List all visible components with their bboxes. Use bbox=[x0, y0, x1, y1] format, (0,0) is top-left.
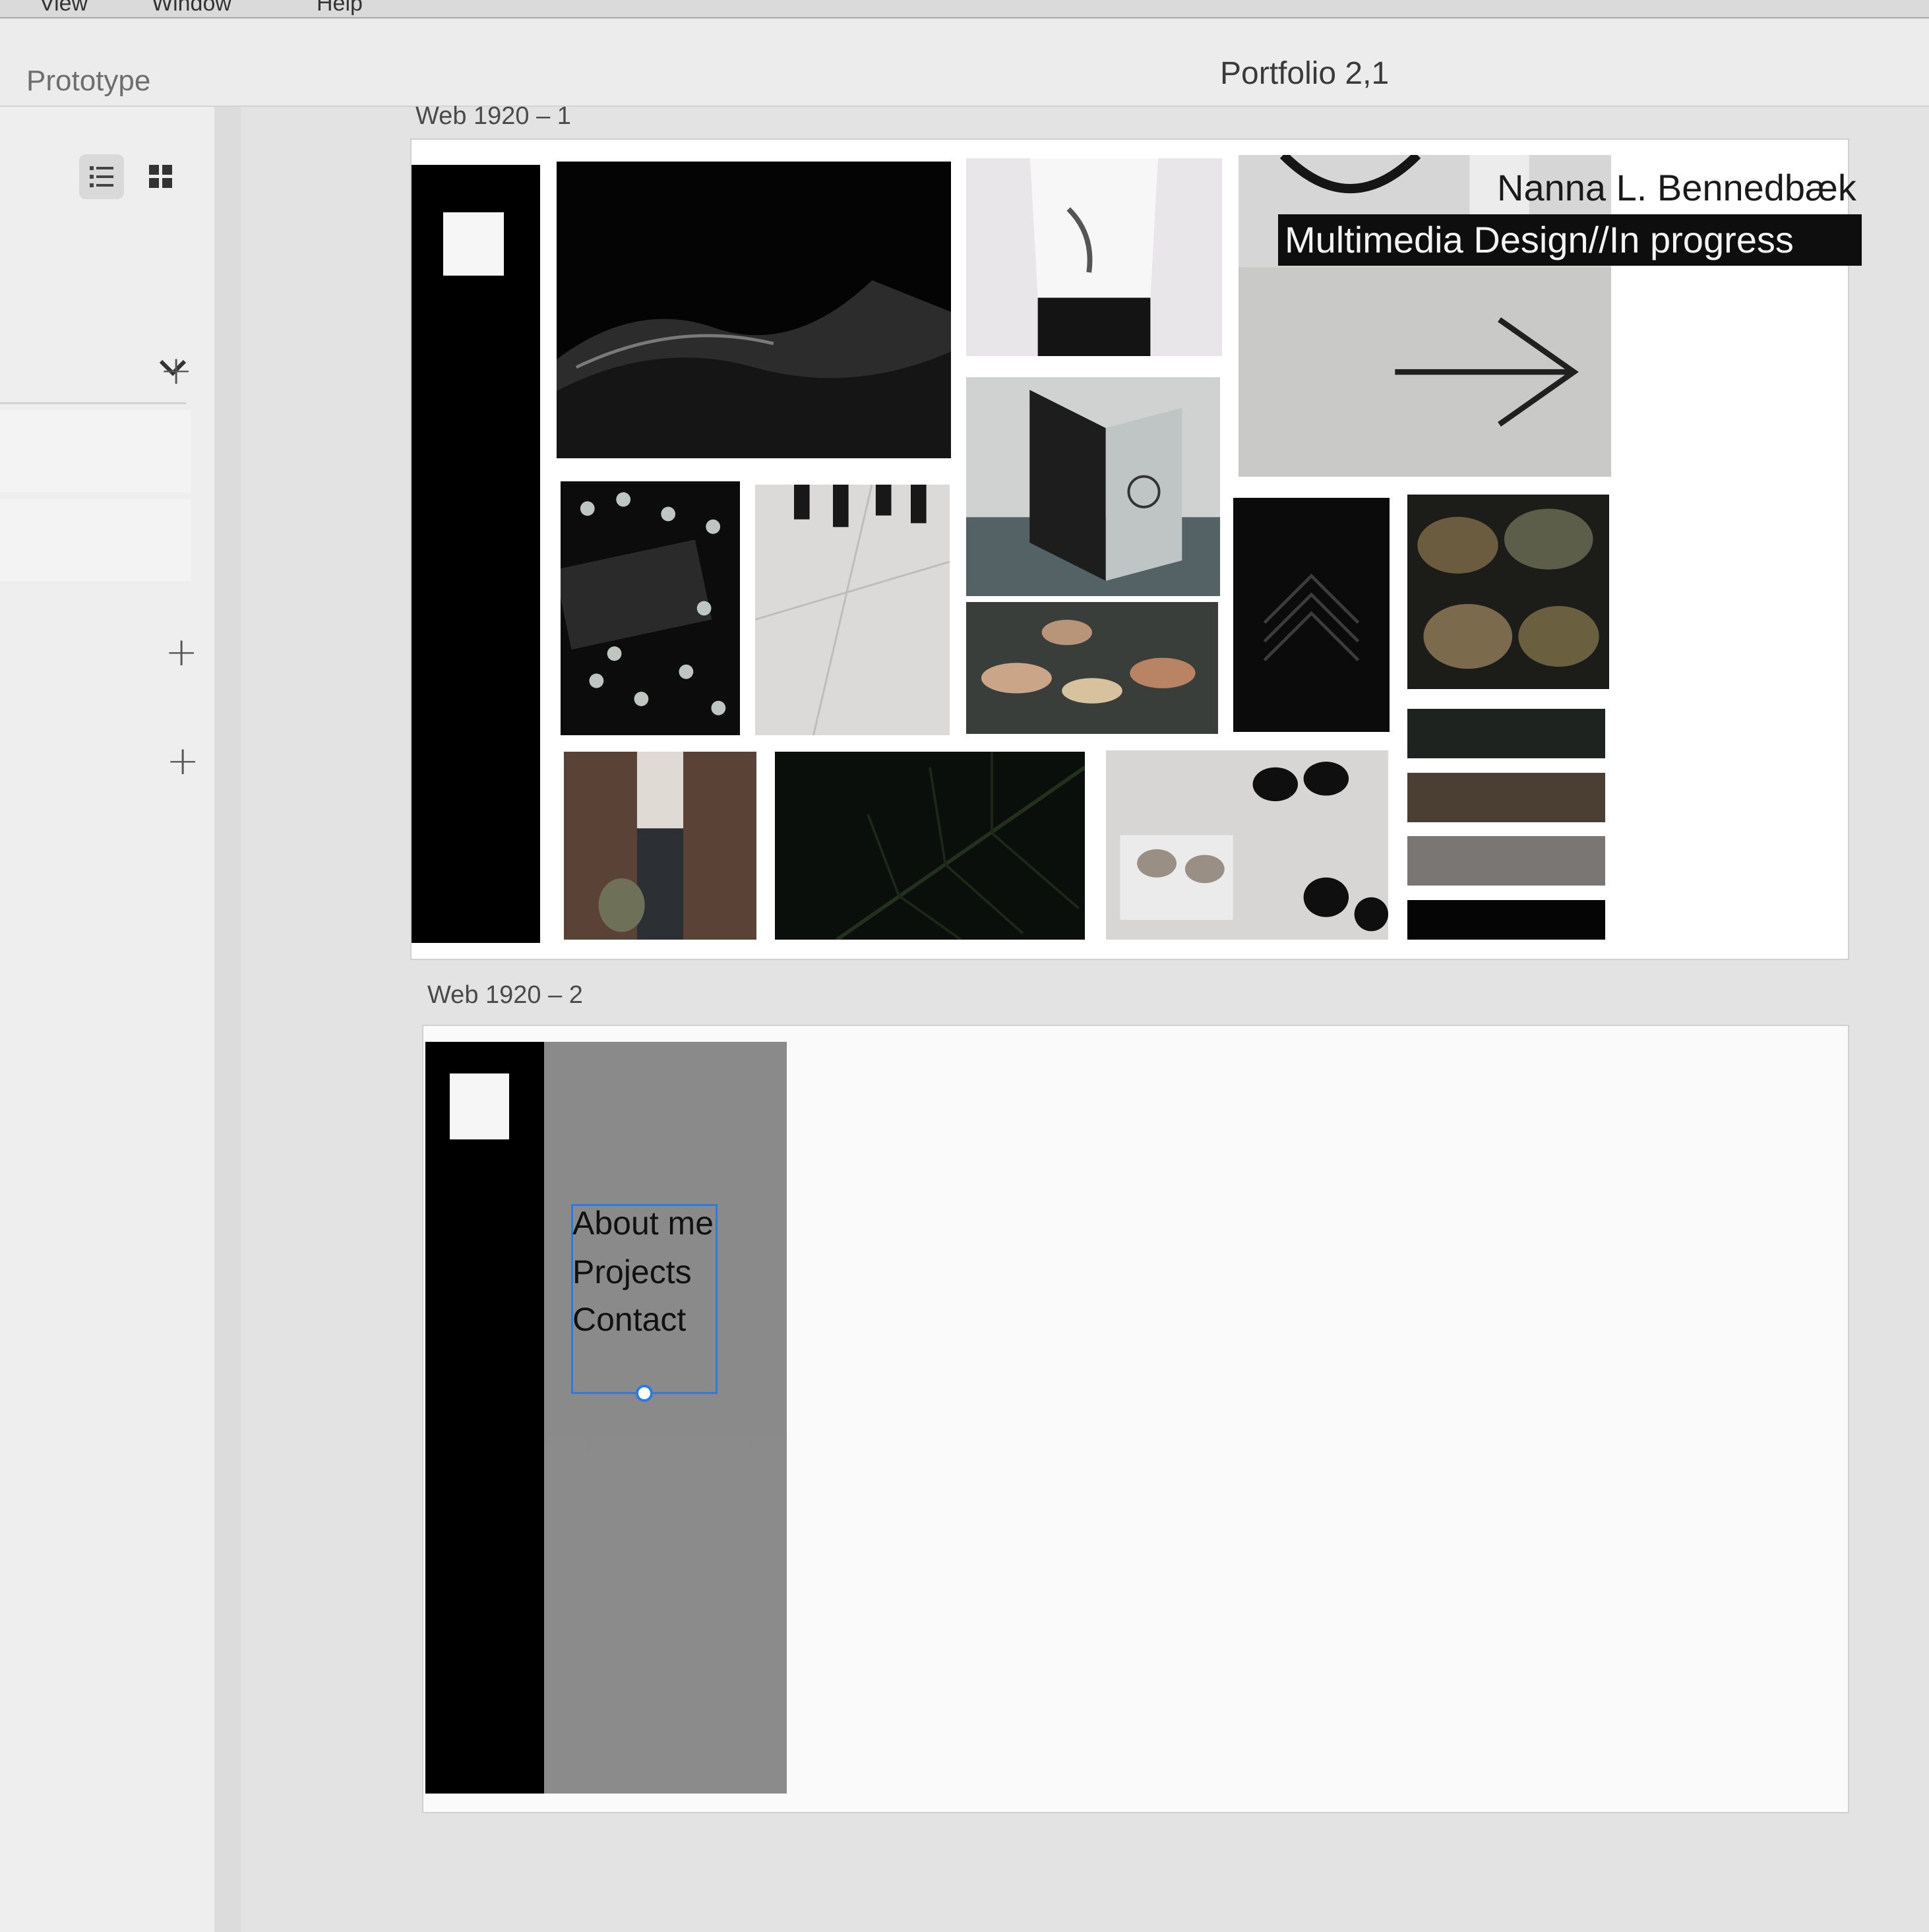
artboard-label[interactable]: Web 1920 – 2 bbox=[427, 981, 583, 1010]
color-swatch[interactable] bbox=[1407, 773, 1605, 822]
artboard-sidebar[interactable] bbox=[412, 165, 540, 943]
document-title: Portfolio 2,1 bbox=[1220, 56, 1390, 91]
image-pavement-shoes[interactable] bbox=[755, 485, 950, 735]
image-tshirt[interactable] bbox=[966, 158, 1222, 356]
image-sunglasses[interactable] bbox=[1106, 750, 1388, 940]
nav-item-contact[interactable]: Contact bbox=[572, 1300, 686, 1339]
menu-bar: View Window Help bbox=[0, 0, 1929, 18]
panel-divider bbox=[0, 402, 186, 404]
mode-tab-prototype[interactable]: Prototype bbox=[26, 65, 150, 98]
color-swatch[interactable] bbox=[1407, 900, 1605, 940]
image-mushrooms[interactable] bbox=[966, 602, 1218, 734]
image-dark-chevrons[interactable] bbox=[1233, 498, 1390, 732]
menu-window[interactable]: Window bbox=[152, 0, 231, 16]
image-compass-book[interactable] bbox=[966, 377, 1220, 596]
grid-view-icon bbox=[149, 165, 172, 188]
panel-gutter bbox=[214, 107, 241, 1932]
list-item[interactable] bbox=[0, 410, 191, 493]
menu-view[interactable]: View bbox=[40, 0, 88, 16]
image-palm-leaf[interactable] bbox=[775, 752, 1085, 940]
add-button[interactable]: + bbox=[160, 351, 193, 390]
designer-name[interactable]: Nanna L. Bennedbæk bbox=[1497, 166, 1856, 209]
resize-handle[interactable] bbox=[636, 1385, 653, 1402]
menu-help[interactable]: Help bbox=[317, 0, 363, 16]
nav-panel[interactable] bbox=[544, 1042, 787, 1794]
image-magazine-shells[interactable] bbox=[561, 481, 740, 735]
tagline-banner[interactable]: Multimedia Design//In progress bbox=[1278, 214, 1862, 266]
color-swatch[interactable] bbox=[1407, 836, 1605, 886]
image-oysters[interactable] bbox=[1407, 495, 1609, 689]
image-mountain[interactable] bbox=[557, 162, 951, 458]
grid-view-button[interactable] bbox=[138, 154, 183, 199]
list-view-button[interactable] bbox=[79, 154, 124, 199]
toolbar: Prototype Portfolio 2,1 bbox=[0, 18, 1929, 107]
image-person-jeans[interactable] bbox=[564, 752, 756, 940]
list-view-icon bbox=[90, 166, 113, 187]
add-button[interactable]: + bbox=[165, 632, 198, 672]
logo-placeholder[interactable] bbox=[450, 1073, 509, 1139]
artboard-sidebar[interactable] bbox=[425, 1042, 547, 1794]
add-button[interactable]: + bbox=[166, 741, 199, 781]
list-item[interactable] bbox=[0, 499, 191, 582]
logo-placeholder[interactable] bbox=[443, 212, 504, 276]
nav-item-about[interactable]: About me bbox=[572, 1204, 714, 1242]
color-swatch[interactable] bbox=[1407, 709, 1605, 758]
layers-panel: + + + bbox=[0, 107, 214, 1932]
nav-item-projects[interactable]: Projects bbox=[572, 1253, 692, 1291]
artboard-label[interactable]: Web 1920 – 1 bbox=[415, 102, 571, 131]
